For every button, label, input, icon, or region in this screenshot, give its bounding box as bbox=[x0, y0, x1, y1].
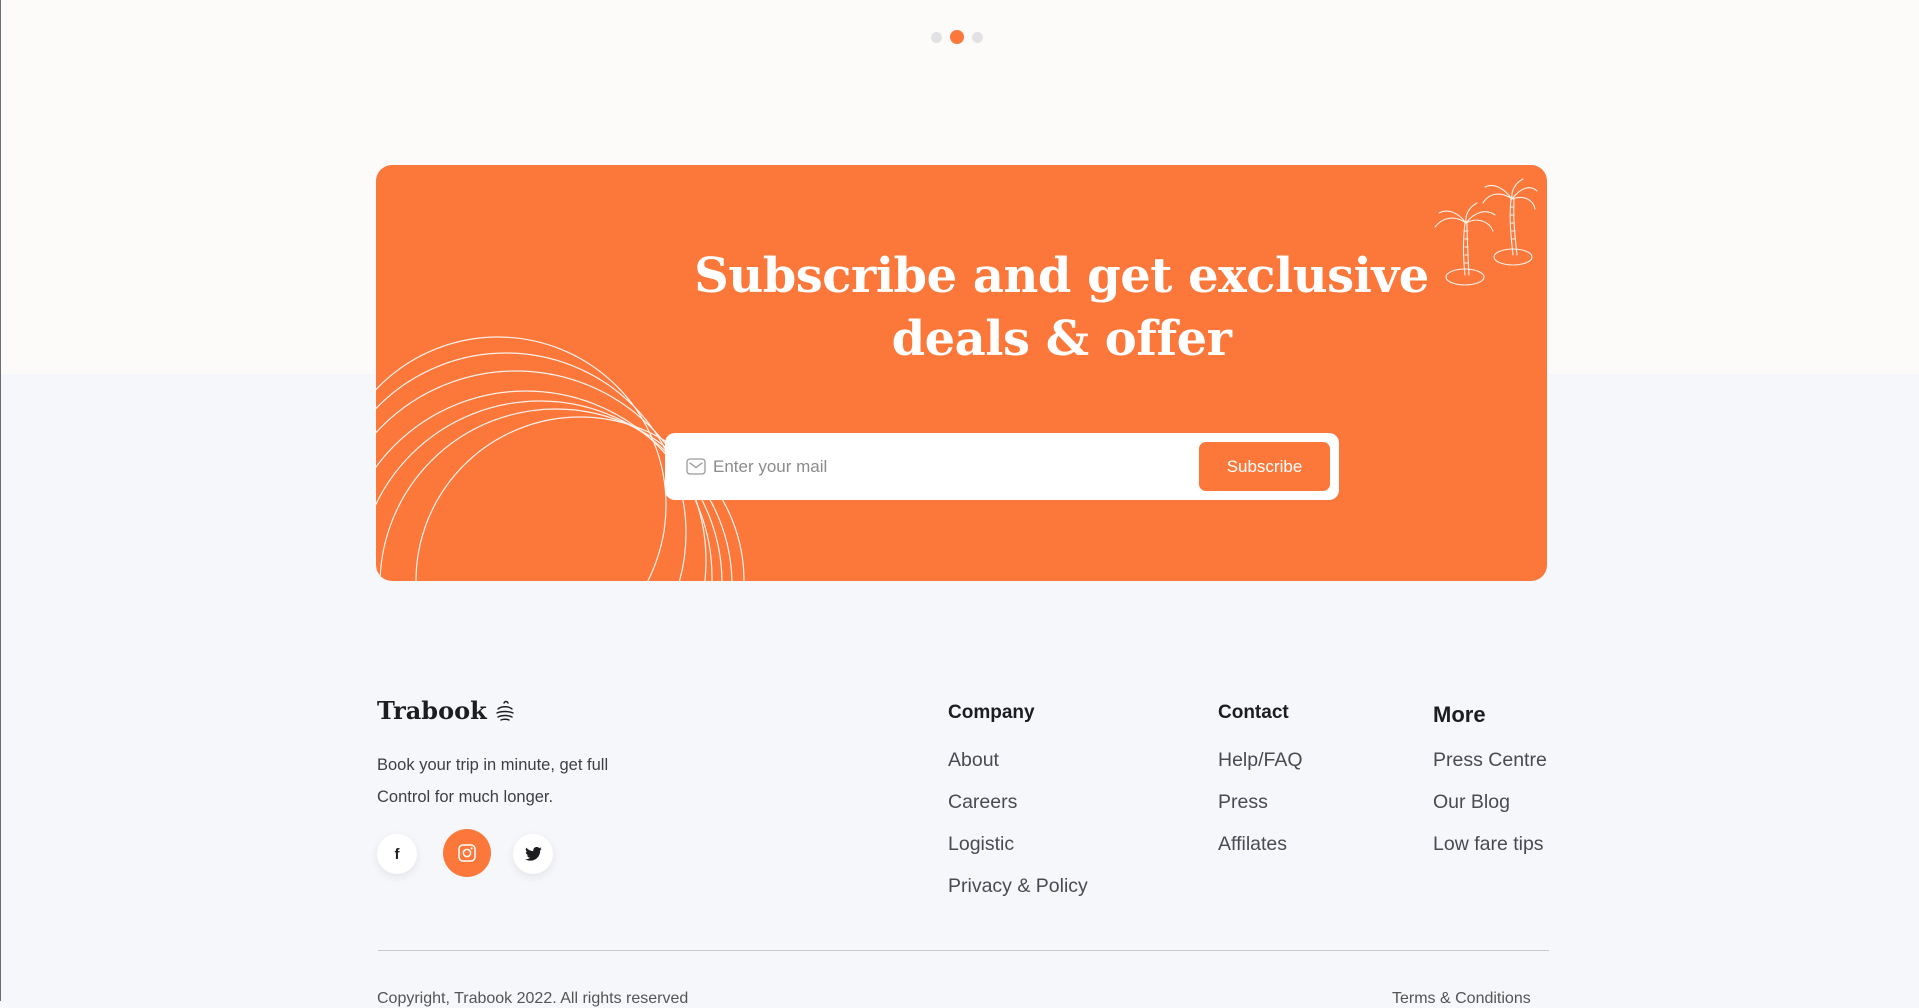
subscribe-form: Subscribe bbox=[665, 433, 1339, 500]
footer-link-low-fare-tips[interactable]: Low fare tips bbox=[1433, 832, 1547, 874]
subscribe-title: Subscribe and get exclusive deals & offe… bbox=[576, 245, 1547, 371]
subscribe-title-line1: Subscribe and get exclusive bbox=[694, 248, 1429, 304]
carousel-dot[interactable] bbox=[972, 31, 983, 43]
terms-link[interactable]: Terms & Conditions bbox=[1392, 990, 1531, 1008]
footer-heading-company: Company bbox=[948, 702, 1035, 723]
carousel-dot-active[interactable] bbox=[950, 30, 964, 44]
facebook-button[interactable]: f bbox=[377, 834, 417, 874]
tagline-line1: Book your trip in minute, get full bbox=[377, 756, 609, 774]
footer-column-company: Company About Careers Logistic Privacy &… bbox=[948, 702, 1088, 916]
subscribe-button[interactable]: Subscribe bbox=[1199, 442, 1330, 491]
decorative-circles bbox=[376, 336, 745, 581]
copyright-text: Copyright, Trabook 2022. All rights rese… bbox=[377, 990, 689, 1007]
footer-link-about[interactable]: About bbox=[948, 748, 1088, 790]
footer-link-press-centre[interactable]: Press Centre bbox=[1433, 748, 1547, 790]
carousel-dot[interactable] bbox=[931, 31, 942, 43]
footer-link-our-blog[interactable]: Our Blog bbox=[1433, 790, 1547, 832]
facebook-icon: f bbox=[394, 845, 400, 863]
footer-heading-more: More bbox=[1433, 702, 1486, 727]
footer-link-logistic[interactable]: Logistic bbox=[948, 832, 1088, 874]
instagram-button[interactable] bbox=[443, 829, 491, 877]
footer-link-affiliates[interactable]: Affilates bbox=[1218, 832, 1303, 874]
footer-brand[interactable]: Trabook bbox=[377, 696, 515, 725]
twitter-icon bbox=[524, 847, 542, 861]
email-input[interactable] bbox=[713, 443, 1153, 490]
window-edge bbox=[0, 0, 1, 1001]
brand-logo-icon bbox=[496, 700, 514, 721]
footer-link-careers[interactable]: Careers bbox=[948, 790, 1088, 832]
footer-column-more: More Press Centre Our Blog Low fare tips bbox=[1433, 702, 1547, 874]
footer-divider bbox=[378, 950, 1549, 951]
footer-heading-contact: Contact bbox=[1218, 702, 1289, 723]
brand-name: Trabook bbox=[377, 696, 487, 725]
subscribe-card: Subscribe and get exclusive deals & offe… bbox=[376, 165, 1547, 581]
mail-icon bbox=[686, 458, 706, 475]
carousel-pagination bbox=[931, 30, 983, 44]
footer-link-help-faq[interactable]: Help/FAQ bbox=[1218, 748, 1303, 790]
footer-tagline: Book your trip in minute, get full Contr… bbox=[377, 749, 677, 813]
footer-column-contact: Contact Help/FAQ Press Affilates bbox=[1218, 702, 1303, 874]
tagline-line2: Control for much longer. bbox=[377, 788, 554, 806]
footer-link-privacy-policy[interactable]: Privacy & Policy bbox=[948, 874, 1088, 916]
subscribe-title-line2: deals & offer bbox=[891, 311, 1232, 367]
twitter-button[interactable] bbox=[513, 834, 553, 874]
footer-link-press[interactable]: Press bbox=[1218, 790, 1303, 832]
instagram-icon bbox=[458, 844, 476, 862]
